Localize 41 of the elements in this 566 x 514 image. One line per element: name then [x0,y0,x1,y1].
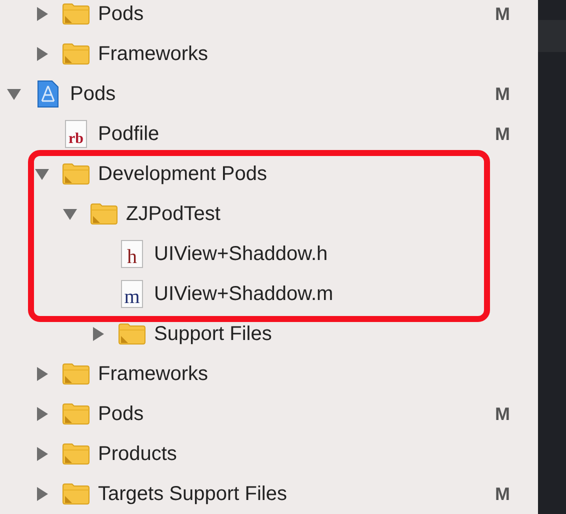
file-name[interactable]: Frameworks [98,362,510,386]
disclosure-triangle-icon[interactable] [34,166,50,182]
status-label: M [495,4,510,24]
disclosure-triangle-icon[interactable] [34,46,50,62]
file-name[interactable]: Pods [98,2,495,26]
ruby-file-icon: rb [65,120,87,148]
file-name[interactable]: Support Files [154,322,510,346]
header-file-icon: h [121,240,143,268]
file-name[interactable]: Products [98,442,510,466]
disclosure-triangle-icon[interactable] [34,406,50,422]
status-label: M [495,404,510,424]
file-name[interactable]: Targets Support Files [98,482,495,506]
disclosure-triangle-icon[interactable] [6,86,22,102]
disclosure-triangle-icon[interactable] [34,366,50,382]
disclosure-triangle-icon[interactable] [34,486,50,502]
file-name[interactable]: UIView+Shaddow.h [154,242,510,266]
app-project-icon [36,80,60,108]
folder-icon [62,43,90,65]
status-label: M [495,124,510,144]
disclosure-triangle-icon[interactable] [62,206,78,222]
disclosure-triangle-icon[interactable] [34,6,50,22]
file-name[interactable]: Development Pods [98,162,510,186]
source-file-icon: m [121,280,143,308]
file-name[interactable]: ZJPodTest [126,202,510,226]
folder-icon [62,443,90,465]
disclosure-triangle-icon[interactable] [90,326,106,342]
file-name[interactable]: UIView+Shaddow.m [154,282,510,306]
disclosure-triangle-icon[interactable] [34,446,50,462]
status-label: M [495,484,510,504]
status-label: M [495,84,510,104]
folder-icon [118,323,146,345]
folder-icon [62,483,90,505]
file-name[interactable]: Podfile [98,122,495,146]
file-name[interactable]: Pods [98,402,495,426]
file-name[interactable]: Pods [70,82,495,106]
folder-icon [62,3,90,25]
folder-icon [62,403,90,425]
file-name[interactable]: Frameworks [98,42,510,66]
folder-icon [62,163,90,185]
folder-icon [90,203,118,225]
folder-icon [62,363,90,385]
